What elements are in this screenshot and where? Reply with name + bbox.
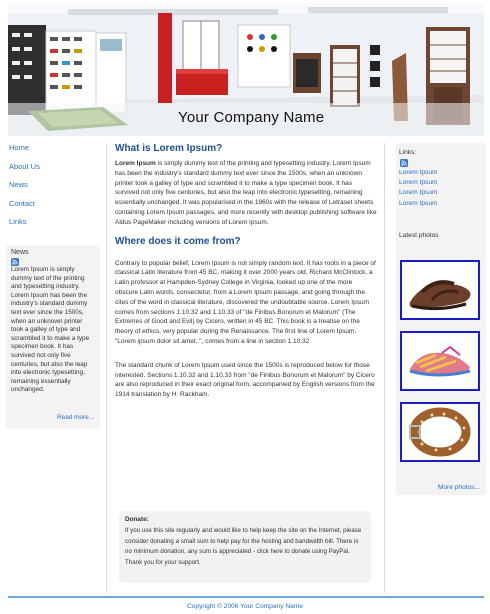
links-item-2[interactable]: Lorem Ipsum — [399, 179, 437, 186]
right-sidebar: Links: Lorem Ipsum Lorem Ipsum Lorem Ips… — [396, 143, 486, 495]
footer-divider — [8, 596, 484, 598]
paragraph-what-is-bold: Lorem Ipsum — [115, 160, 156, 167]
latest-photos-title: Latest photos — [399, 232, 439, 239]
links-title: Links: — [399, 149, 417, 156]
nav-link-contact[interactable]: Contact — [9, 199, 35, 208]
links-item-3[interactable]: Lorem Ipsum — [399, 189, 437, 196]
main-nav: Home About Us News Contact Links — [6, 143, 102, 236]
heading-what-is: What is Lorem Ipsum? — [115, 143, 223, 154]
heading-where-from: Where does it come from? — [115, 235, 241, 247]
links-item-1[interactable]: Lorem Ipsum — [399, 169, 437, 176]
sneaker-image — [402, 333, 478, 389]
nav-link-links[interactable]: Links — [9, 217, 27, 226]
nav-item-news[interactable]: News — [6, 180, 102, 199]
links-list: Lorem Ipsum Lorem Ipsum Lorem Ipsum Lore… — [396, 169, 486, 210]
list-item[interactable]: Lorem Ipsum — [399, 189, 486, 199]
left-divider — [106, 143, 107, 593]
footer-copyright: Copyright © 2006 Your Company Name — [187, 603, 303, 610]
donate-box: Donate: If you use this site regularly a… — [119, 511, 371, 583]
belt-image — [402, 404, 478, 460]
paragraph-where-from: Contrary to popular belief, Lorem Ipsum … — [115, 259, 376, 345]
news-read-more-link[interactable]: Read more... — [57, 414, 94, 421]
more-photos-link[interactable]: More photos... — [438, 484, 480, 491]
nav-link-about-us[interactable]: About Us — [9, 162, 40, 171]
list-item[interactable]: Lorem Ipsum — [399, 169, 486, 179]
nav-item-links[interactable]: Links — [6, 217, 102, 236]
paragraph-what-is-text: is simply dummy text of the printing and… — [115, 160, 377, 226]
paragraph-standard-chunk: The standard chunk of Lorem Ipsum used s… — [115, 361, 375, 399]
photo-belt[interactable] — [400, 402, 480, 462]
links-item-4[interactable]: Lorem Ipsum — [399, 200, 437, 207]
company-name: Your Company Name — [178, 109, 325, 126]
left-sidebar: Home About Us News Contact Links News Lo… — [6, 143, 102, 429]
header-banner: Your Company Name — [8, 3, 484, 136]
list-item[interactable]: Lorem Ipsum — [399, 179, 486, 189]
donate-text[interactable]: If you use this site regularly and would… — [125, 526, 365, 568]
news-text: Lorem Ipsum is simply dummy text of the … — [11, 266, 90, 394]
donate-title: Donate: — [125, 516, 149, 523]
nav-item-contact[interactable]: Contact — [6, 199, 102, 218]
list-item[interactable]: Lorem Ipsum — [399, 200, 486, 210]
photo-sandal[interactable] — [400, 260, 480, 320]
paragraph-what-is: Lorem Ipsum is simply dummy text of the … — [115, 159, 377, 228]
news-box: News Lorem Ipsum is simply dummy text of… — [6, 245, 100, 429]
right-divider — [384, 143, 385, 593]
nav-link-news[interactable]: News — [9, 180, 28, 189]
main-content: What is Lorem Ipsum? Lorem Ipsum is simp… — [115, 143, 377, 583]
nav-item-home[interactable]: Home — [6, 143, 102, 162]
rss-icon[interactable] — [400, 159, 408, 167]
photo-sneaker[interactable] — [400, 331, 480, 391]
nav-item-about-us[interactable]: About Us — [6, 162, 102, 181]
rss-icon[interactable] — [11, 258, 19, 266]
news-title: News — [11, 249, 29, 256]
nav-link-home[interactable]: Home — [9, 143, 29, 152]
sandal-image — [402, 262, 478, 318]
